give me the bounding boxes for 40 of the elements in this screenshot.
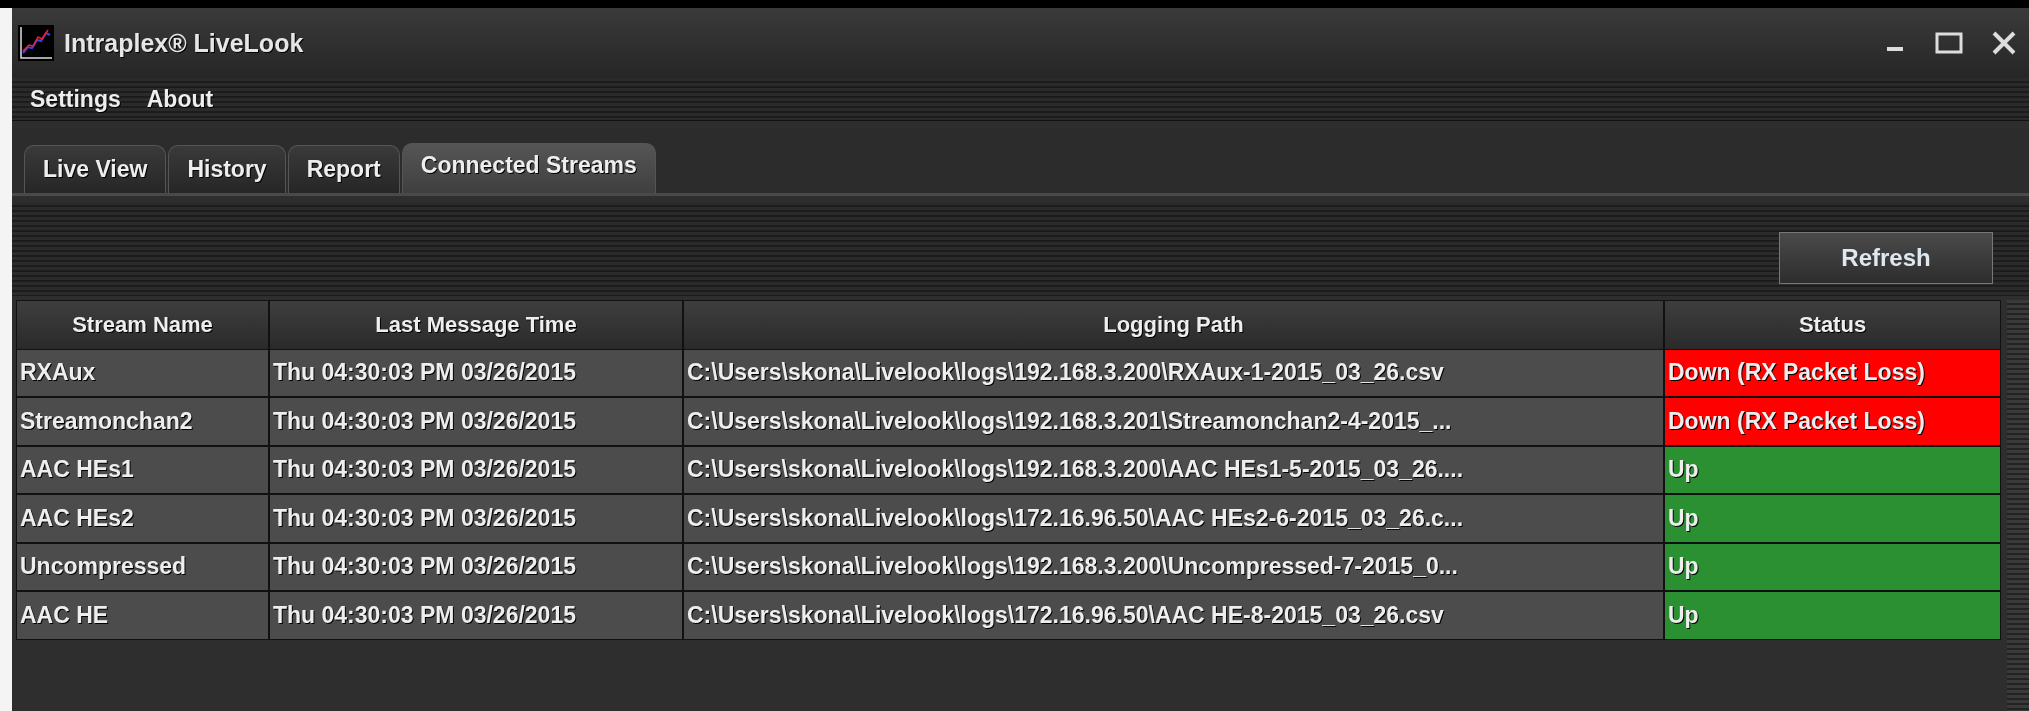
table-cell: Thu 04:30:03 PM 03/26/2015	[270, 592, 682, 639]
table-cell: C:\Users\skona\Livelook\logs\192.168.3.200\RXAux-1-2015_03_26.csv	[684, 349, 1663, 396]
menu-item[interactable]: About	[146, 85, 214, 113]
column-header[interactable]: Stream Name	[17, 301, 268, 349]
table-cell: C:\Users\skona\Livelook\logs\172.16.96.50\AAC HE-8-2015_03_26.csv	[684, 592, 1663, 639]
status-cell: Up	[1665, 543, 2000, 590]
table-cell: Uncompressed	[17, 543, 268, 590]
tab[interactable]: Live View	[24, 145, 167, 193]
status-cell: Up	[1665, 446, 2000, 493]
table-cell: C:\Users\skona\Livelook\logs\172.16.96.50\AAC HEs2-6-2015_03_26.c...	[684, 495, 1663, 542]
status-cell: Up	[1665, 592, 2000, 639]
table-cell: Thu 04:30:03 PM 03/26/2015	[270, 398, 682, 445]
close-icon[interactable]	[1991, 30, 2017, 56]
table-cell: RXAux	[17, 349, 268, 396]
status-cell: Down (RX Packet Loss)	[1665, 398, 2000, 445]
menu-item[interactable]: Settings	[30, 85, 121, 113]
chart-icon	[18, 25, 54, 61]
tab[interactable]: Report	[287, 145, 400, 193]
maximize-icon[interactable]	[1935, 31, 1963, 55]
table-cell: AAC HEs2	[17, 495, 268, 542]
table-cell: Thu 04:30:03 PM 03/26/2015	[270, 543, 682, 590]
table-cell: Thu 04:30:03 PM 03/26/2015	[270, 495, 682, 542]
status-cell: Down (RX Packet Loss)	[1665, 349, 2000, 396]
table-cell: Thu 04:30:03 PM 03/26/2015	[270, 446, 682, 493]
tab[interactable]: History	[168, 145, 286, 193]
window-title: Intraplex® LiveLook	[64, 28, 304, 58]
scrollbar[interactable]	[2007, 300, 2029, 711]
table-cell: C:\Users\skona\Livelook\logs\192.168.3.201\Streamonchan2-4-2015_...	[684, 398, 1663, 445]
table-cell: AAC HEs1	[17, 446, 268, 493]
status-cell: Up	[1665, 495, 2000, 542]
column-header[interactable]: Status	[1665, 301, 2000, 349]
refresh-button[interactable]: Refresh	[1779, 232, 1993, 284]
table-cell: C:\Users\skona\Livelook\logs\192.168.3.200\AAC HEs1-5-2015_03_26....	[684, 446, 1663, 493]
tab[interactable]: Connected Streams	[401, 143, 656, 193]
table-cell: AAC HE	[17, 592, 268, 639]
column-header[interactable]: Last Message Time	[270, 301, 682, 349]
table-cell: Thu 04:30:03 PM 03/26/2015	[270, 349, 682, 396]
table-cell: C:\Users\skona\Livelook\logs\192.168.3.200\Uncompressed-7-2015_0...	[684, 543, 1663, 590]
column-header[interactable]: Logging Path	[684, 301, 1663, 349]
table-cell: Streamonchan2	[17, 398, 268, 445]
